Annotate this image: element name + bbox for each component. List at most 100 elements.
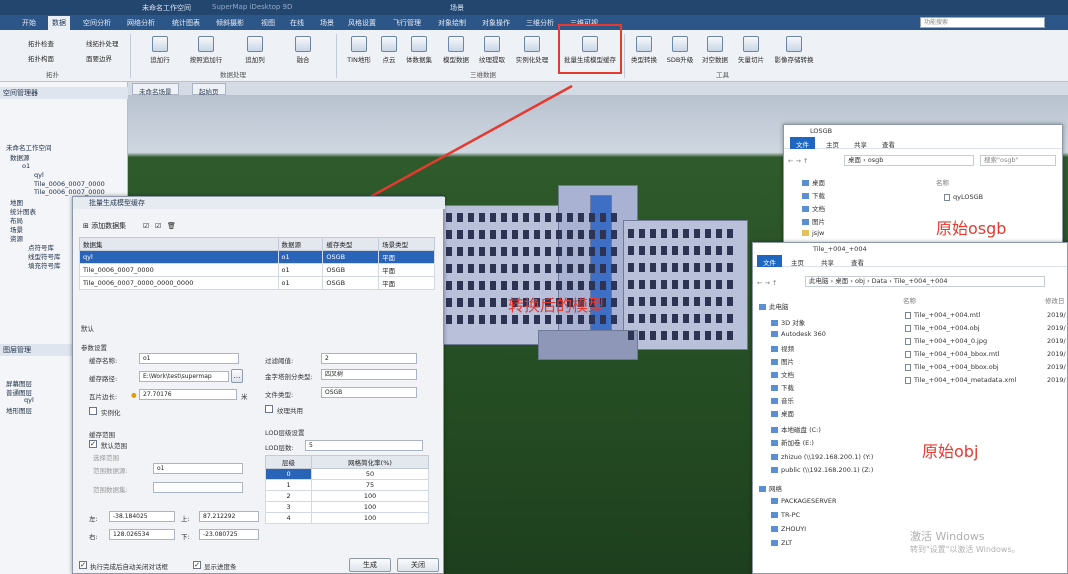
tree-resources[interactable]: 资源 xyxy=(10,233,23,243)
sdb-upgrade-button[interactable]: SDB升级 xyxy=(664,36,696,64)
bottom-bound-field[interactable]: -23.080725 xyxy=(199,529,259,540)
back-arrow-icon[interactable]: ← → ↑ xyxy=(757,279,777,287)
right-bound-field[interactable]: 128.026534 xyxy=(109,529,175,540)
tree-workspace[interactable]: 未命名工作空间 xyxy=(6,142,52,152)
check-icon[interactable]: ☑ xyxy=(155,221,161,232)
nav-item[interactable]: 下载 xyxy=(771,382,794,392)
menu-spatial-analysis[interactable]: 空间分析 xyxy=(83,18,111,28)
model-data-button[interactable]: 模型数据 xyxy=(440,36,472,64)
add-dataset-button[interactable]: ⊞ 添加数据集 xyxy=(83,221,126,232)
tree-dataset-qyl[interactable]: qyl xyxy=(34,171,44,179)
nav-item[interactable]: TR-PC xyxy=(771,511,800,519)
menu-flight[interactable]: 飞行管理 xyxy=(393,18,421,28)
type-convert-button[interactable]: 类型转换 xyxy=(628,36,660,64)
column-name-header[interactable]: 名称 xyxy=(903,295,916,305)
table-row[interactable]: Tile_0006_0007_0000 o1 OSGB 平面 xyxy=(79,263,435,277)
file-item[interactable]: Tile_+004_+004.obj xyxy=(905,324,980,332)
tree-fill-symbols[interactable]: 填充符号库 xyxy=(28,260,61,270)
menu-data[interactable]: 数据 xyxy=(48,16,70,30)
texture-extract-button[interactable]: 纹理提取 xyxy=(476,36,508,64)
tree-datasource-o1[interactable]: o1 xyxy=(22,162,30,170)
append-rows-by-button[interactable]: 按照追加行 xyxy=(185,36,227,64)
file-item[interactable]: Tile_+004_+004.mtl xyxy=(905,311,980,319)
nav-jsjw[interactable]: jsjw xyxy=(802,229,824,237)
table-row[interactable]: Tile_0006_0007_0000_0000_0000 o1 OSGB 平面 xyxy=(79,276,435,290)
close-button[interactable]: 关闭 xyxy=(397,558,439,572)
instancing-button[interactable]: 实例化处理 xyxy=(512,36,552,64)
show-progress-checkbox[interactable]: ✓ xyxy=(193,561,201,569)
explorer-home-tab[interactable]: 主页 xyxy=(791,257,804,267)
append-rows-button[interactable]: 追加行 xyxy=(145,36,175,64)
volume-dataset-button[interactable]: 体数据集 xyxy=(403,36,435,64)
explorer-file-tab[interactable]: 文件 xyxy=(790,137,815,149)
nav-item[interactable]: 视频 xyxy=(771,343,794,353)
top-bound-field[interactable]: 87.212292 xyxy=(199,511,259,522)
folder-icon[interactable]: … xyxy=(231,369,243,383)
nav-desktop[interactable]: 桌面 xyxy=(802,177,825,187)
column-modified-header[interactable]: 修改日 xyxy=(1045,295,1065,305)
nav-item[interactable]: zhizuo (\\192.168.200.1) (Y:) xyxy=(771,453,873,461)
image-storage-button[interactable]: 影像存储转换 xyxy=(770,36,818,64)
menu-edit-object[interactable]: 对象操作 xyxy=(482,18,510,28)
texture-share-checkbox[interactable] xyxy=(265,405,273,413)
explorer-home-tab[interactable]: 主页 xyxy=(826,139,839,149)
tab-scene[interactable]: 未命名场景 xyxy=(132,83,179,96)
default-tab[interactable]: 默认 xyxy=(81,323,94,333)
polygon-boundary-button[interactable]: 面要边界 xyxy=(86,53,112,63)
lod-count-field[interactable]: 5 xyxy=(305,440,423,451)
nav-item[interactable]: 文档 xyxy=(771,369,794,379)
filter-threshold-field[interactable]: 2 xyxy=(321,353,417,364)
nav-item[interactable]: PACKAGESERVER xyxy=(771,497,836,505)
cache-name-field[interactable]: o1 xyxy=(139,353,239,364)
layer-qyl[interactable]: qyl xyxy=(24,396,34,404)
auto-close-checkbox[interactable]: ✓ xyxy=(79,561,87,569)
column-name-header[interactable]: 名称 xyxy=(936,177,949,187)
menu-scene[interactable]: 场景 xyxy=(320,18,334,28)
explorer-obj-address[interactable]: 此电脑 › 桌面 › obj › Data › Tile_+004_+004 xyxy=(805,276,1045,287)
explorer-share-tab[interactable]: 共享 xyxy=(821,257,834,267)
explorer-view-tab[interactable]: 查看 xyxy=(851,257,864,267)
nav-item[interactable]: 网络 xyxy=(759,483,782,493)
left-bound-field[interactable]: -38.184025 xyxy=(109,511,175,522)
back-arrow-icon[interactable]: ← → ↑ xyxy=(788,157,808,165)
tin-terrain-button[interactable]: TIN地形 xyxy=(344,36,374,64)
topology-polygon-button[interactable]: 拓扑构面 xyxy=(28,53,54,63)
explorer-osgb-address[interactable]: 桌面 › osgb xyxy=(844,155,974,166)
menu-3d-analysis[interactable]: 三维分析 xyxy=(526,18,554,28)
menu-network-analysis[interactable]: 网络分析 xyxy=(127,18,155,28)
range-source-select[interactable]: o1 xyxy=(153,463,243,474)
file-item[interactable]: Tile_+004_+004_bbox.mtl xyxy=(905,350,999,358)
nav-item[interactable]: 3D 对象 xyxy=(771,317,805,327)
menu-view[interactable]: 视图 xyxy=(261,18,275,28)
range-dataset-select[interactable] xyxy=(153,482,243,493)
table-row[interactable]: qyl o1 OSGB 平面 xyxy=(79,250,435,264)
layer-terrain[interactable]: 地形图层 xyxy=(6,405,32,415)
default-range-checkbox[interactable]: ✓ xyxy=(89,440,97,448)
file-item[interactable]: Tile_+004_+004_0.jpg xyxy=(905,337,987,345)
generate-button[interactable]: 生成 xyxy=(349,558,391,572)
menu-start[interactable]: 开始 xyxy=(22,18,36,28)
file-item[interactable]: qyLOSGB xyxy=(944,193,983,201)
tree-datasources[interactable]: 数据源 xyxy=(10,152,30,162)
menu-style[interactable]: 风格设置 xyxy=(348,18,376,28)
line-topology-button[interactable]: 线拓扑处理 xyxy=(86,38,119,48)
nav-item[interactable]: 桌面 xyxy=(771,408,794,418)
menu-oblique[interactable]: 倾斜摄影 xyxy=(216,18,244,28)
table-row[interactable]: 0 50 xyxy=(264,468,429,480)
nav-documents[interactable]: 文档 xyxy=(802,203,825,213)
vector-tile-button[interactable]: 矢量切片 xyxy=(735,36,767,64)
nav-downloads[interactable]: 下载 xyxy=(802,190,825,200)
nav-item[interactable]: 图片 xyxy=(771,356,794,366)
split-type-select[interactable]: 四叉树 xyxy=(321,369,417,380)
explorer-file-tab[interactable]: 文件 xyxy=(757,255,782,267)
table-row[interactable]: 1 75 xyxy=(264,479,429,491)
merge-button[interactable]: 融合 xyxy=(290,36,316,64)
instancing-checkbox[interactable] xyxy=(89,407,97,415)
tree-dataset-tile-2[interactable]: Tile_0006_0007_0000 xyxy=(34,188,105,196)
file-type-select[interactable]: OSGB xyxy=(321,387,417,398)
tile-size-field[interactable]: 27.70176 xyxy=(139,389,237,400)
topology-check-button[interactable]: 拓扑检查 xyxy=(28,38,54,48)
nav-item[interactable]: 音乐 xyxy=(771,395,794,405)
nav-item[interactable]: public (\\192.168.200.1) (Z:) xyxy=(771,466,873,474)
check-all-icon[interactable]: ☑ xyxy=(143,221,149,232)
